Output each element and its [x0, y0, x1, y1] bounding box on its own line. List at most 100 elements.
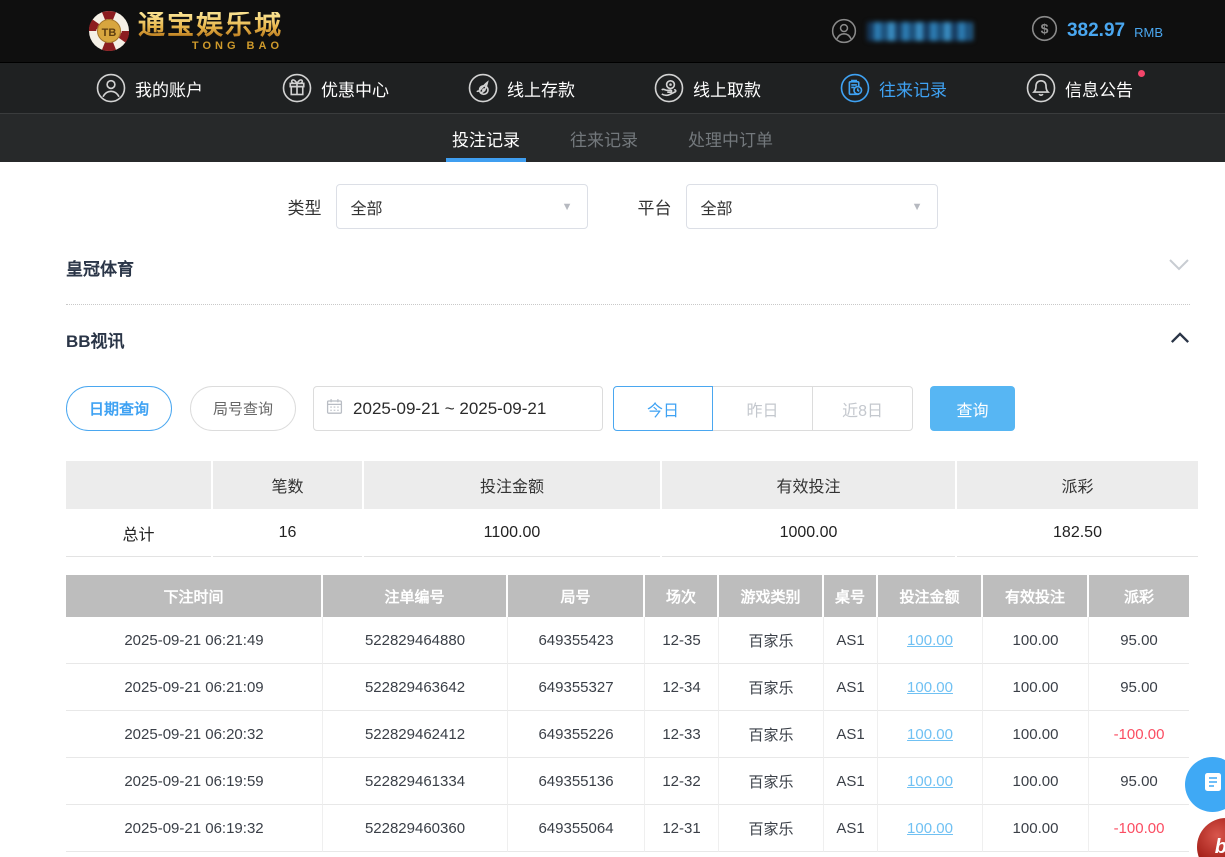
cell-game-type: 百家乐 [719, 617, 824, 664]
cell-game-type: 百家乐 [719, 711, 824, 758]
round-query-button[interactable]: 局号查询 [190, 386, 297, 431]
platform-filter-label: 平台 [637, 199, 672, 218]
dollar-coin-icon: $ [1031, 15, 1058, 47]
summary-total-label: 总计 [66, 509, 211, 557]
cell-game-type: 百家乐 [719, 758, 824, 805]
col-order-id: 注单编号 [323, 575, 508, 617]
cell-table-no: AS1 [824, 805, 878, 852]
chat-form-icon [1201, 770, 1225, 799]
cell-session: 12-32 [645, 758, 719, 805]
user-icon [96, 73, 126, 103]
cell-bet-time: 2025-09-21 06:21:49 [66, 617, 323, 664]
summary-total-row: 总计 16 1100.00 1000.00 182.50 [66, 509, 1198, 557]
tab-transaction-records[interactable]: 往来记录 [566, 114, 642, 162]
bet-amount-link[interactable]: 100.00 [878, 758, 983, 805]
bet-detail-table: 下注时间 注单编号 局号 场次 游戏类别 桌号 投注金额 有效投注 派彩 202… [66, 575, 1190, 852]
bet-amount-link[interactable]: 100.00 [878, 617, 983, 664]
cell-valid-bet: 100.00 [983, 758, 1089, 805]
nav-label: 往来记录 [879, 80, 947, 100]
caret-down-icon: ▼ [561, 200, 573, 213]
nav-label: 线上存款 [507, 80, 575, 100]
username-redacted [866, 21, 973, 41]
cell-bet-time: 2025-09-21 06:19:32 [66, 805, 323, 852]
cell-round-id: 649355423 [508, 617, 645, 664]
nav-deposit[interactable]: 线上存款 [468, 73, 575, 103]
cell-table-no: AS1 [824, 711, 878, 758]
balance[interactable]: $ 382.97 RMB [1031, 15, 1163, 47]
cell-session: 12-35 [645, 617, 719, 664]
logo-name: 通宝娱乐城 [138, 10, 283, 40]
nav-transaction-records[interactable]: 往来记录 [840, 73, 947, 103]
type-select-value: 全部 [350, 200, 383, 218]
notification-dot [1138, 70, 1145, 77]
query-controls: 日期查询 局号查询 2025-09-21 ~ 2025-09-21 今日 昨日 … [66, 386, 1225, 431]
nav-label: 优惠中心 [321, 80, 389, 100]
nav-withdraw[interactable]: 线上取款 [654, 73, 761, 103]
summary-header-empty [66, 461, 211, 509]
filter-row: 类型 全部 ▼ 平台 全部 ▼ [0, 162, 1225, 229]
cell-table-no: AS1 [824, 617, 878, 664]
cell-valid-bet: 100.00 [983, 805, 1089, 852]
cell-bet-time: 2025-09-21 06:19:59 [66, 758, 323, 805]
calendar-icon [326, 398, 343, 420]
section-title: 皇冠体育 [66, 260, 134, 279]
logo-name-en: TONG BAO [191, 40, 283, 52]
chevron-up-icon[interactable] [1170, 331, 1190, 349]
topbar-right: $ 382.97 RMB [831, 15, 1163, 47]
cell-payout: 95.00 [1089, 758, 1189, 805]
cell-round-id: 649355327 [508, 664, 645, 711]
bet-amount-link[interactable]: 100.00 [878, 664, 983, 711]
chevron-down-icon[interactable] [1168, 258, 1190, 277]
topbar: TB 通宝娱乐城 TONG BAO $ 382.97 RMB [0, 0, 1225, 62]
nav-my-account[interactable]: 我的账户 [96, 73, 203, 103]
tab-pending-orders[interactable]: 处理中订单 [684, 114, 777, 162]
balance-currency: RMB [1134, 25, 1163, 40]
user-account[interactable] [831, 18, 973, 44]
nav-promotions[interactable]: 优惠中心 [282, 73, 389, 103]
nav-label: 我的账户 [135, 80, 203, 100]
svg-text:$: $ [1041, 21, 1049, 37]
bell-icon [1026, 73, 1056, 103]
gift-icon [282, 73, 312, 103]
summary-header-row: 笔数 投注金额 有效投注 派彩 [66, 461, 1198, 509]
summary-payout-value: 182.50 [957, 509, 1198, 557]
cell-order-id: 522829462412 [323, 711, 508, 758]
date-range-picker[interactable]: 2025-09-21 ~ 2025-09-21 [313, 386, 604, 431]
table-row: 2025-09-21 06:21:09 522829463642 6493553… [66, 664, 1190, 711]
cell-round-id: 649355226 [508, 711, 645, 758]
cell-table-no: AS1 [824, 664, 878, 711]
section-bb-live[interactable]: BB视讯 [66, 305, 1190, 352]
type-select[interactable]: 全部 ▼ [335, 184, 588, 229]
yesterday-button[interactable]: 昨日 [713, 386, 814, 431]
logo-text: 通宝娱乐城 TONG BAO [138, 12, 283, 52]
cell-payout-negative: -100.00 [1089, 711, 1189, 758]
site-logo[interactable]: TB 通宝娱乐城 TONG BAO [88, 10, 283, 52]
withdraw-icon [654, 73, 684, 103]
platform-select[interactable]: 全部 ▼ [685, 184, 938, 229]
date-query-button[interactable]: 日期查询 [66, 386, 173, 431]
cell-payout-negative: -100.00 [1089, 805, 1189, 852]
cell-session: 12-33 [645, 711, 719, 758]
today-button[interactable]: 今日 [613, 386, 714, 431]
tab-bet-records[interactable]: 投注记录 [446, 114, 526, 162]
record-subtabs: 投注记录 往来记录 处理中订单 [0, 113, 1225, 162]
cell-order-id: 522829463642 [323, 664, 508, 711]
bb-logo: bb [1214, 835, 1225, 857]
cell-bet-time: 2025-09-21 06:21:09 [66, 664, 323, 711]
avatar-icon [831, 18, 857, 44]
nav-announcements[interactable]: 信息公告 [1026, 70, 1145, 103]
section-crown-sports[interactable]: 皇冠体育 [66, 229, 1190, 280]
platform-select-value: 全部 [700, 200, 733, 218]
table-row: 2025-09-21 06:20:32 522829462412 6493552… [66, 711, 1190, 758]
quick-range-group: 今日 昨日 近8日 [613, 386, 914, 431]
search-button[interactable]: 查询 [930, 386, 1016, 431]
customer-service-button[interactable] [1185, 757, 1225, 812]
bet-amount-link[interactable]: 100.00 [878, 805, 983, 852]
cell-session: 12-34 [645, 664, 719, 711]
cell-valid-bet: 100.00 [983, 664, 1089, 711]
cell-bet-time: 2025-09-21 06:20:32 [66, 711, 323, 758]
bb-promo-button[interactable]: bb [1197, 818, 1225, 857]
last-8-days-button[interactable]: 近8日 [813, 386, 914, 431]
summary-header-bet: 投注金额 [364, 461, 660, 509]
bet-amount-link[interactable]: 100.00 [878, 711, 983, 758]
